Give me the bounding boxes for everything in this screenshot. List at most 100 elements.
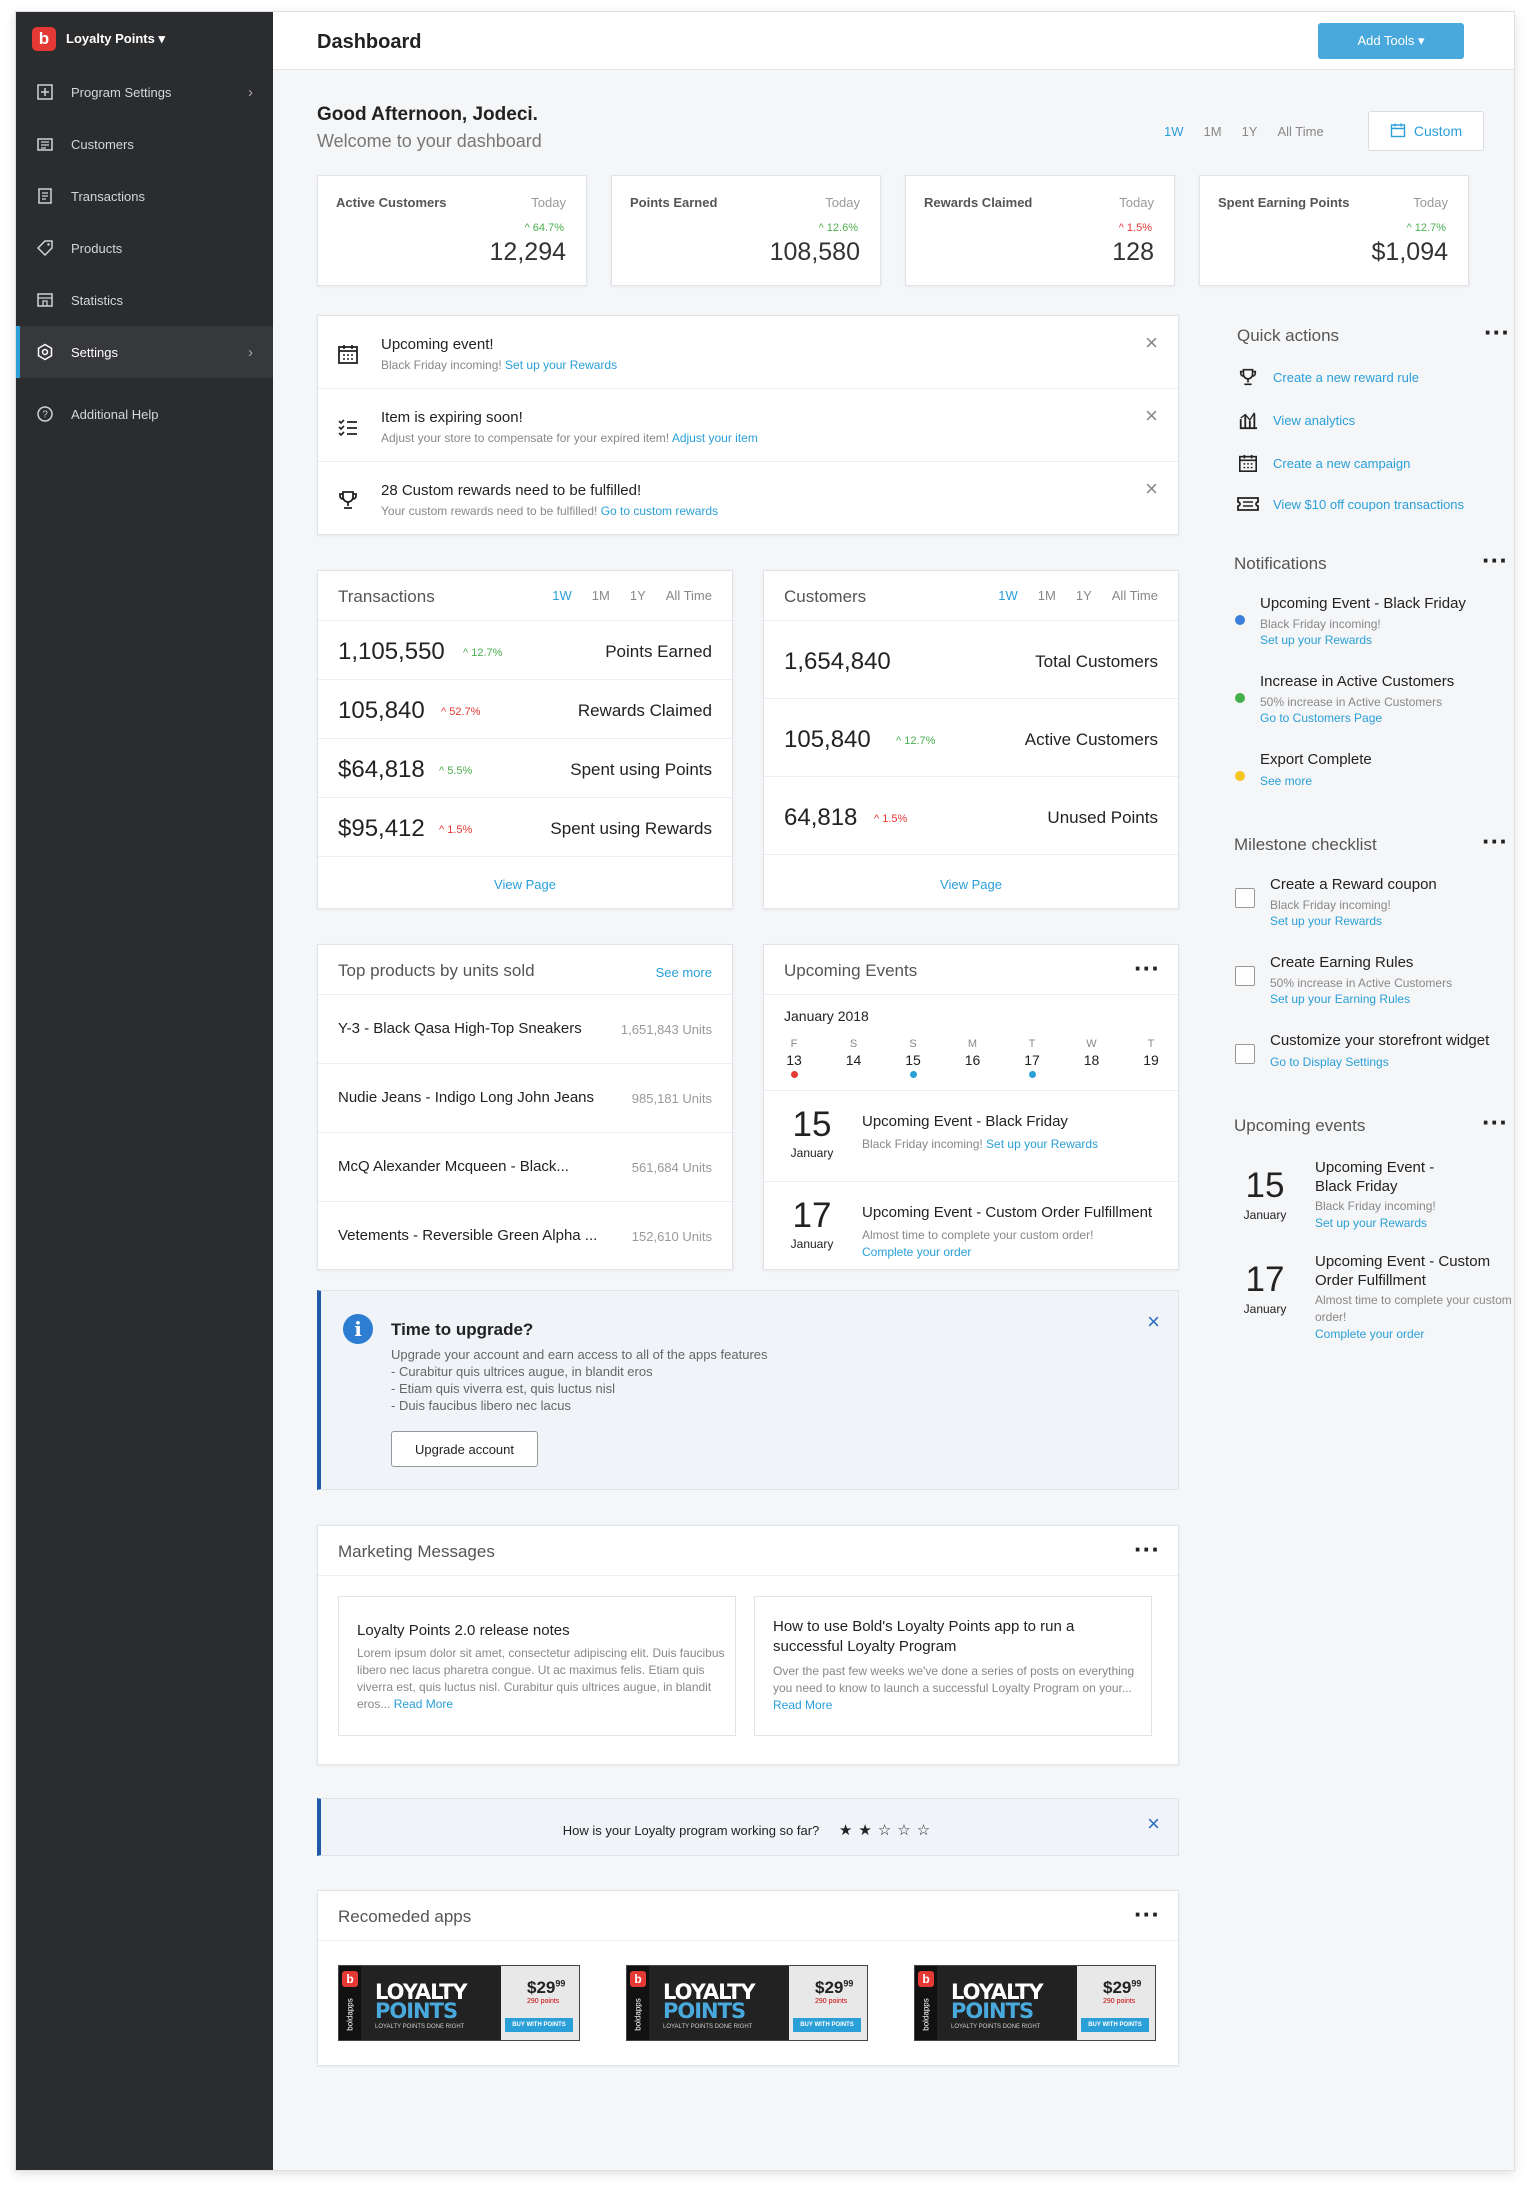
calendar-day[interactable]: W 18 [1080, 1038, 1104, 1078]
close-icon[interactable]: × [1145, 403, 1158, 429]
sidebar-item-program-settings[interactable]: Program Settings › [16, 66, 273, 118]
greeting: Good Afternoon, Jodeci. Welcome to your … [317, 104, 542, 152]
sidebar-item-transactions[interactable]: Transactions [16, 170, 273, 222]
quick-action-reward-rule[interactable]: Create a new reward rule [1237, 367, 1419, 387]
plus-square-icon [35, 82, 55, 102]
range-tab-1w[interactable]: 1W [542, 588, 582, 603]
range-tab-all-time[interactable]: All Time [656, 588, 722, 603]
buy-with-points-button[interactable]: BUY WITH POINTS [793, 2018, 861, 2032]
sidebar-item-label: Settings [71, 344, 118, 360]
close-icon[interactable]: × [1145, 330, 1158, 356]
alert-link[interactable]: Go to custom rewards [601, 504, 718, 518]
event-link[interactable]: Complete your order [862, 1245, 971, 1259]
checkbox[interactable] [1235, 888, 1255, 908]
calendar-day[interactable]: M 16 [961, 1038, 985, 1078]
list-item[interactable]: Vetements - Reversible Green Alpha ... 1… [318, 1202, 732, 1271]
more-options-icon[interactable]: ··· [1482, 547, 1508, 573]
range-tab-1w[interactable]: 1W [988, 588, 1028, 603]
view-page-link[interactable]: View Page [318, 877, 732, 892]
app-banner[interactable]: b boldapps LOYALTY POINTS LOYALTY POINTS DON… [914, 1965, 1156, 2041]
buy-with-points-button[interactable]: BUY WITH POINTS [505, 2018, 573, 2032]
customers-icon [35, 134, 55, 154]
range-tab-1m[interactable]: 1M [582, 588, 620, 603]
calendar-day[interactable]: F 13 [782, 1038, 806, 1078]
list-item[interactable]: Nudie Jeans - Indigo Long John Jeans 985… [318, 1064, 732, 1133]
range-tab-1y[interactable]: 1Y [1066, 588, 1102, 603]
close-icon[interactable]: × [1145, 476, 1158, 502]
sidebar-item-products[interactable]: Products [16, 222, 273, 274]
notification-link[interactable]: See more [1260, 774, 1312, 788]
checkbox[interactable] [1235, 966, 1255, 986]
sidebar-item-settings[interactable]: Settings › [16, 326, 273, 378]
star-filled-icon[interactable]: ★ [839, 1822, 858, 1839]
alert-link[interactable]: Set up your Rewards [505, 358, 617, 372]
rating-banner: How is your Loyalty program working so f… [317, 1798, 1179, 1856]
range-tab-all-time[interactable]: All Time [1102, 588, 1168, 603]
star-empty-icon[interactable]: ☆ [897, 1822, 916, 1839]
buy-with-points-button[interactable]: BUY WITH POINTS [1081, 2018, 1149, 2032]
range-tab-1m[interactable]: 1M [1194, 124, 1232, 139]
product-units: 985,181 Units [631, 1091, 712, 1106]
app-banner[interactable]: b boldapps LOYALTY POINTS LOYALTY POINTS DON… [338, 1965, 580, 2041]
star-filled-icon[interactable]: ★ [858, 1822, 877, 1839]
read-more-link[interactable]: Read More [394, 1697, 453, 1711]
more-options-icon[interactable]: ··· [1134, 955, 1160, 981]
event-link[interactable]: Set up your Rewards [986, 1137, 1098, 1151]
calendar-day[interactable]: T 19 [1139, 1038, 1163, 1078]
brand[interactable]: b Loyalty Points ▾ [16, 12, 273, 66]
range-tab-all-time[interactable]: All Time [1267, 124, 1333, 139]
view-page-link[interactable]: View Page [764, 877, 1178, 892]
checkbox[interactable] [1235, 1044, 1255, 1064]
stat-card-points-earned[interactable]: Points Earned Today ^ 12.6% 108,580 [611, 175, 881, 286]
alert-link[interactable]: Adjust your item [672, 431, 758, 445]
sidebar-item-statistics[interactable]: Statistics [16, 274, 273, 326]
calendar-day[interactable]: S 15 [901, 1038, 925, 1078]
star-empty-icon[interactable]: ☆ [878, 1822, 897, 1839]
notification-link[interactable]: Set up your Rewards [1260, 633, 1372, 647]
close-icon[interactable]: × [1147, 1309, 1160, 1335]
trophy-icon [1237, 367, 1259, 387]
event-link[interactable]: Set up your Rewards [1315, 1216, 1427, 1230]
milestone-item-link[interactable]: Set up your Earning Rules [1270, 992, 1410, 1006]
milestone-item-link[interactable]: Go to Display Settings [1270, 1055, 1389, 1069]
calendar-day[interactable]: T 17 [1020, 1038, 1044, 1078]
quick-action-view-analytics[interactable]: View analytics [1237, 410, 1355, 430]
stat-card-rewards-claimed[interactable]: Rewards Claimed Today ^ 1.5% 128 [905, 175, 1175, 286]
more-options-icon[interactable]: ··· [1484, 319, 1510, 345]
stat-card-active-customers[interactable]: Active Customers Today ^ 64.7% 12,294 [317, 175, 587, 286]
event-item[interactable]: 17 January Upcoming Event - Custom Order… [764, 1181, 1178, 1272]
close-icon[interactable]: × [1147, 1811, 1160, 1837]
product-units: 1,651,843 Units [620, 1022, 712, 1037]
range-tab-1y[interactable]: 1Y [1232, 124, 1268, 139]
list-item[interactable]: Y-3 - Black Qasa High-Top Sneakers 1,651… [318, 995, 732, 1064]
quick-action-new-campaign[interactable]: Create a new campaign [1237, 453, 1410, 473]
read-more-link[interactable]: Read More [773, 1698, 832, 1712]
milestone-item-link[interactable]: Set up your Rewards [1270, 914, 1382, 928]
list-item[interactable]: McQ Alexander Mcqueen - Black... 561,684… [318, 1133, 732, 1202]
quick-action-coupon-transactions[interactable]: View $10 off coupon transactions [1237, 494, 1464, 514]
custom-range-button[interactable]: Custom [1368, 111, 1484, 151]
message-card[interactable]: Loyalty Points 2.0 release notes Lorem i… [338, 1596, 736, 1736]
event-link[interactable]: Complete your order [1315, 1327, 1424, 1341]
more-options-icon[interactable]: ··· [1134, 1536, 1160, 1562]
range-tab-1y[interactable]: 1Y [620, 588, 656, 603]
more-options-icon[interactable]: ··· [1134, 1901, 1160, 1927]
more-options-icon[interactable]: ··· [1482, 828, 1508, 854]
star-empty-icon[interactable]: ☆ [917, 1822, 936, 1839]
sidebar-item-additional-help[interactable]: ? Additional Help [16, 388, 273, 440]
app-banner[interactable]: b boldapps LOYALTY POINTS LOYALTY POINTS DON… [626, 1965, 868, 2041]
range-tab-1w[interactable]: 1W [1154, 124, 1194, 139]
event-item[interactable]: 15 January Upcoming Event - Black Friday… [764, 1090, 1178, 1181]
calendar-day[interactable]: S 14 [842, 1038, 866, 1078]
notification-link[interactable]: Go to Customers Page [1260, 711, 1382, 725]
rating-stars[interactable]: ★★☆☆☆ [839, 1822, 936, 1839]
upgrade-account-button[interactable]: Upgrade account [391, 1431, 538, 1467]
see-more-link[interactable]: See more [656, 965, 712, 980]
more-options-icon[interactable]: ··· [1482, 1109, 1508, 1135]
add-tools-button[interactable]: Add Tools ▾ [1318, 23, 1464, 59]
sidebar-item-customers[interactable]: Customers [16, 118, 273, 170]
message-card[interactable]: How to use Bold's Loyalty Points app to … [754, 1596, 1152, 1736]
range-tab-1m[interactable]: 1M [1028, 588, 1066, 603]
custom-range-label: Custom [1413, 123, 1463, 139]
stat-card-spent-earning-points[interactable]: Spent Earning Points Today ^ 12.7% $1,09… [1199, 175, 1469, 286]
